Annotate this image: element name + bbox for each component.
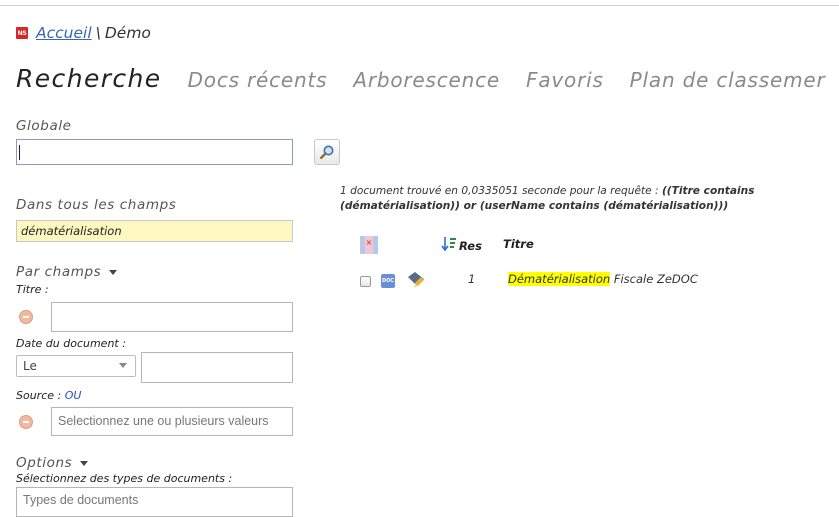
- options-toggle[interactable]: Options: [16, 455, 89, 471]
- results-summary: 1 document trouvé en 0,0335051 seconde p…: [340, 184, 839, 214]
- chevron-down-icon: [109, 269, 118, 275]
- dropdown-arrow-icon: [119, 363, 127, 368]
- text-caret: [19, 145, 20, 160]
- global-search-label: Globale: [16, 118, 72, 134]
- results-query-line1: ((Titre contains: [661, 185, 755, 197]
- top-border: [0, 0, 839, 6]
- results-query-line2: (dématérialisation)) or (userName contai…: [340, 200, 729, 212]
- breadcrumb: NS Accueil \ Démo: [16, 22, 151, 44]
- doc-types-label: Sélectionnez des types de documents :: [16, 472, 233, 485]
- par-champs-label: Par champs: [16, 264, 102, 280]
- row-title-highlight: Dématérialisation: [508, 272, 611, 286]
- global-search-input[interactable]: [16, 139, 293, 165]
- date-label: Date du document :: [16, 337, 126, 350]
- source-multiselect[interactable]: Selectionnez une ou plusieurs valeurs: [51, 407, 293, 436]
- breadcrumb-separator: \: [95, 24, 101, 42]
- remove-icon[interactable]: [19, 415, 33, 429]
- source-operator-link[interactable]: OU: [65, 389, 82, 402]
- source-label-row: Source : OU: [16, 389, 81, 402]
- source-placeholder: Selectionnez une ou plusieurs valeurs: [58, 414, 269, 428]
- main-tabs: Recherche Docs récents Arborescence Favo…: [16, 64, 839, 93]
- row-result-number: 1: [468, 272, 476, 286]
- doc-types-placeholder: Types de documents: [23, 493, 139, 507]
- date-operator-value: Le: [23, 359, 37, 373]
- sort-icon[interactable]: [441, 236, 457, 256]
- tab-plan-de-classement[interactable]: Plan de classemer: [630, 68, 826, 92]
- results-summary-text: 1 document trouvé en 0,0335051 seconde p…: [340, 185, 662, 197]
- source-label: Source :: [16, 389, 62, 402]
- all-fields-input[interactable]: dématérialisation: [16, 220, 293, 242]
- titre-label: Titre :: [16, 283, 49, 296]
- row-title-rest: Fiscale ZeDOC: [610, 272, 698, 286]
- column-title-header[interactable]: Titre: [503, 237, 534, 251]
- options-label: Options: [16, 455, 73, 471]
- remove-icon[interactable]: [19, 310, 33, 324]
- date-input[interactable]: [141, 352, 293, 383]
- edit-pencil-icon[interactable]: [405, 269, 427, 295]
- app-logo: NS: [16, 27, 28, 39]
- doc-type-icon: DOC: [381, 274, 395, 288]
- breadcrumb-home-link[interactable]: Accueil: [36, 24, 92, 42]
- select-all-icon[interactable]: ×: [359, 234, 379, 260]
- chevron-down-icon: [80, 460, 89, 466]
- doc-types-multiselect[interactable]: Types de documents: [16, 487, 293, 517]
- search-button[interactable]: [314, 139, 340, 165]
- row-checkbox[interactable]: [360, 276, 371, 287]
- breadcrumb-current: Démo: [104, 24, 151, 42]
- column-res-header[interactable]: Res: [459, 239, 482, 253]
- tab-favoris[interactable]: Favoris: [526, 68, 604, 92]
- par-champs-toggle[interactable]: Par champs: [16, 264, 118, 280]
- tab-docs-recents[interactable]: Docs récents: [188, 68, 328, 92]
- tab-arborescence[interactable]: Arborescence: [353, 68, 500, 92]
- search-icon: [320, 145, 334, 160]
- date-operator-select[interactable]: Le: [16, 355, 136, 377]
- tab-recherche[interactable]: Recherche: [16, 64, 162, 93]
- titre-input[interactable]: [51, 302, 293, 332]
- svg-text:×: ×: [366, 238, 373, 247]
- all-fields-label: Dans tous les champs: [16, 197, 177, 213]
- row-title-link[interactable]: Dématérialisation Fiscale ZeDOC: [508, 272, 698, 286]
